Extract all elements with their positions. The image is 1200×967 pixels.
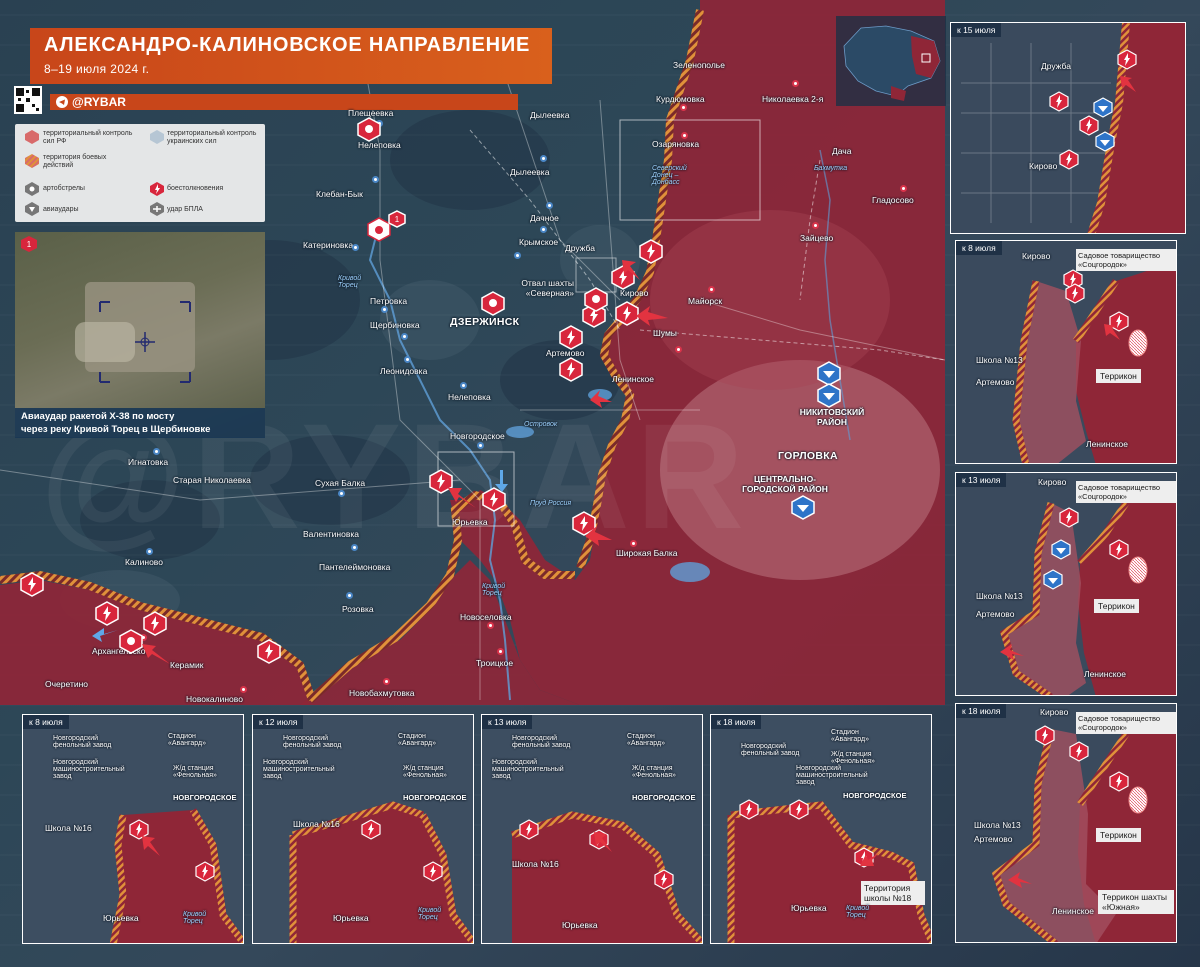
inset-markers-layer [129, 49, 1148, 890]
map-canvas: @RYBAR АЛЕКСАНДРО-КАЛИНОВСКОЕ НАПРАВЛЕНИ… [0, 0, 1200, 967]
